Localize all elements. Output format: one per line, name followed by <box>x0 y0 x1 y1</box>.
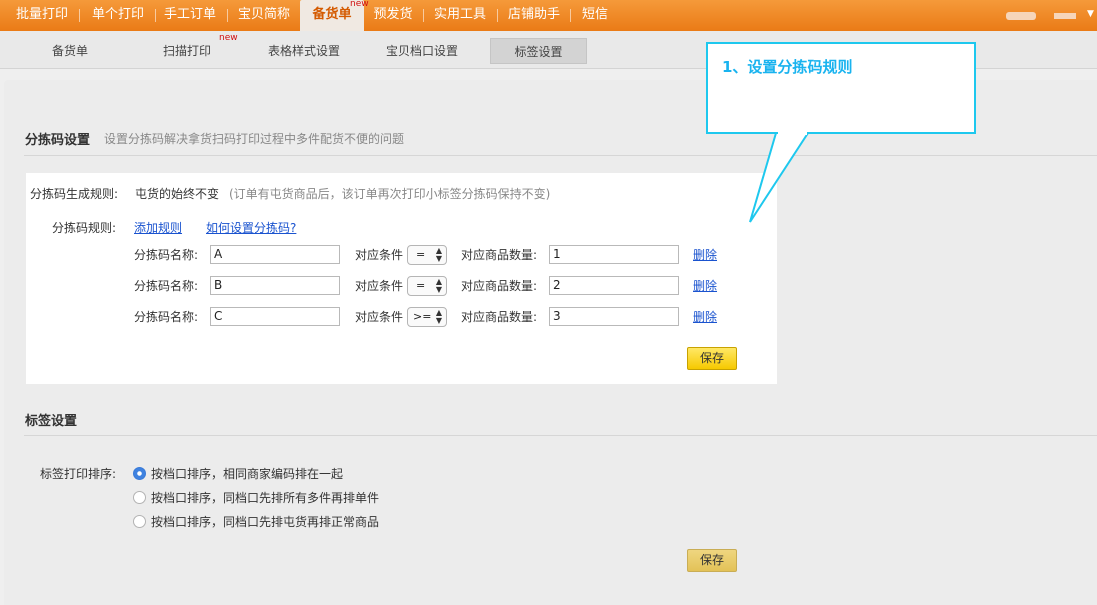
nav-separator <box>79 9 80 22</box>
cond-select[interactable]: = ▲ ▼ <box>407 276 447 296</box>
sort-code-desc: 设置分拣码解决拿货扫码打印过程中多件配货不便的问题 <box>104 132 405 146</box>
qty-label: 对应商品数量: <box>461 279 538 293</box>
add-rule-link[interactable]: 添加规则 <box>134 219 182 236</box>
sort-name-label: 分拣码名称: <box>134 310 199 324</box>
label-settings-title: 标签设置 <box>25 414 78 429</box>
nav-item-alias[interactable]: 宝贝简称 <box>232 0 296 31</box>
delete-link[interactable]: 删除 <box>693 277 717 294</box>
nav-shop-assistant[interactable]: 店铺助手 <box>502 0 566 31</box>
how-to-link[interactable]: 如何设置分拣码? <box>206 219 296 236</box>
qty-input[interactable]: 3 <box>549 307 679 326</box>
nav-manual-order[interactable]: 手工订单 <box>160 0 220 31</box>
sort-option-label[interactable]: 按档口排序，同档口先排屯货再排正常商品 <box>151 513 379 530</box>
callout-text: 1、设置分拣码规则 <box>722 58 853 76</box>
user-name[interactable] <box>1054 13 1076 19</box>
updown-arrows-icon: ▲ ▼ <box>435 277 442 294</box>
qty-label: 对应商品数量: <box>461 310 538 324</box>
delete-link[interactable]: 删除 <box>693 246 717 263</box>
qty-input[interactable]: 1 <box>549 245 679 264</box>
updown-arrows-icon: ▲ ▼ <box>435 246 442 263</box>
tab-new-badge: new <box>219 33 238 43</box>
save-button[interactable]: 保存 <box>687 549 737 572</box>
tab-stock-list[interactable]: 备货单 <box>38 38 102 64</box>
save-button[interactable]: 保存 <box>687 347 737 370</box>
sort-name-label: 分拣码名称: <box>134 248 199 262</box>
cond-select-value: = <box>416 248 426 261</box>
qty-input[interactable]: 2 <box>549 276 679 295</box>
nav-separator <box>570 9 571 22</box>
cond-label: 对应条件 <box>355 279 404 293</box>
rules-label: 分拣码规则: <box>52 221 117 235</box>
nav-batch-print[interactable]: 批量打印 <box>8 0 76 31</box>
sort-name-input[interactable]: B <box>210 276 340 295</box>
sort-option-label[interactable]: 按档口排序，同档口先排所有多件再排单件 <box>151 489 379 506</box>
nav-single-print[interactable]: 单个打印 <box>84 0 152 31</box>
qty-label: 对应商品数量: <box>461 248 538 262</box>
top-nav: 批量打印 单个打印 手工订单 宝贝简称 备货单 new 预发货 实用工具 店铺助… <box>0 0 1097 33</box>
sort-name-input[interactable]: A <box>210 245 340 264</box>
tab-stall-settings[interactable]: 宝贝档口设置 <box>378 38 466 64</box>
cond-select[interactable]: >= ▲ ▼ <box>407 307 447 327</box>
sort-option-label[interactable]: 按档口排序，相同商家编码排在一起 <box>151 465 343 482</box>
sort-option-radio[interactable] <box>133 491 146 504</box>
nav-separator <box>155 9 156 22</box>
rule-label: 分拣码生成规则: <box>30 187 119 201</box>
sort-name-input[interactable]: C <box>210 307 340 326</box>
user-avatar[interactable] <box>1006 12 1036 20</box>
cond-label: 对应条件 <box>355 248 404 262</box>
divider <box>24 435 1097 436</box>
tab-label-settings[interactable]: 标签设置 <box>490 38 587 64</box>
tab-scan-print[interactable]: 扫描打印 <box>150 38 224 64</box>
cond-select-value: = <box>416 279 426 292</box>
cond-label: 对应条件 <box>355 310 404 324</box>
nav-separator <box>227 9 228 22</box>
cond-select-value: >= <box>413 310 432 323</box>
delete-link[interactable]: 删除 <box>693 308 717 325</box>
sort-name-label: 分拣码名称: <box>134 279 199 293</box>
sort-code-title: 分拣码设置 <box>25 133 91 148</box>
rule-note: (订单有屯货商品后，该订单再次打印小标签分拣码保持不变) <box>229 187 551 201</box>
nav-tools[interactable]: 实用工具 <box>428 0 492 31</box>
chevron-down-icon[interactable]: ▼ <box>1087 9 1094 19</box>
sort-option-radio[interactable] <box>133 467 146 480</box>
nav-sms[interactable]: 短信 <box>575 0 615 31</box>
updown-arrows-icon: ▲ ▼ <box>435 308 442 325</box>
rule-value: 屯货的始终不变 <box>135 187 220 201</box>
sort-order-label: 标签打印排序: <box>40 467 117 481</box>
sort-option-radio[interactable] <box>133 515 146 528</box>
nav-separator <box>423 9 424 22</box>
nav-separator <box>497 9 498 22</box>
nav-new-badge: new <box>350 0 369 9</box>
cond-select[interactable]: = ▲ ▼ <box>407 245 447 265</box>
nav-pre-ship[interactable]: 预发货 <box>367 0 419 31</box>
divider <box>24 155 1097 156</box>
tab-table-style[interactable]: 表格样式设置 <box>260 38 348 64</box>
